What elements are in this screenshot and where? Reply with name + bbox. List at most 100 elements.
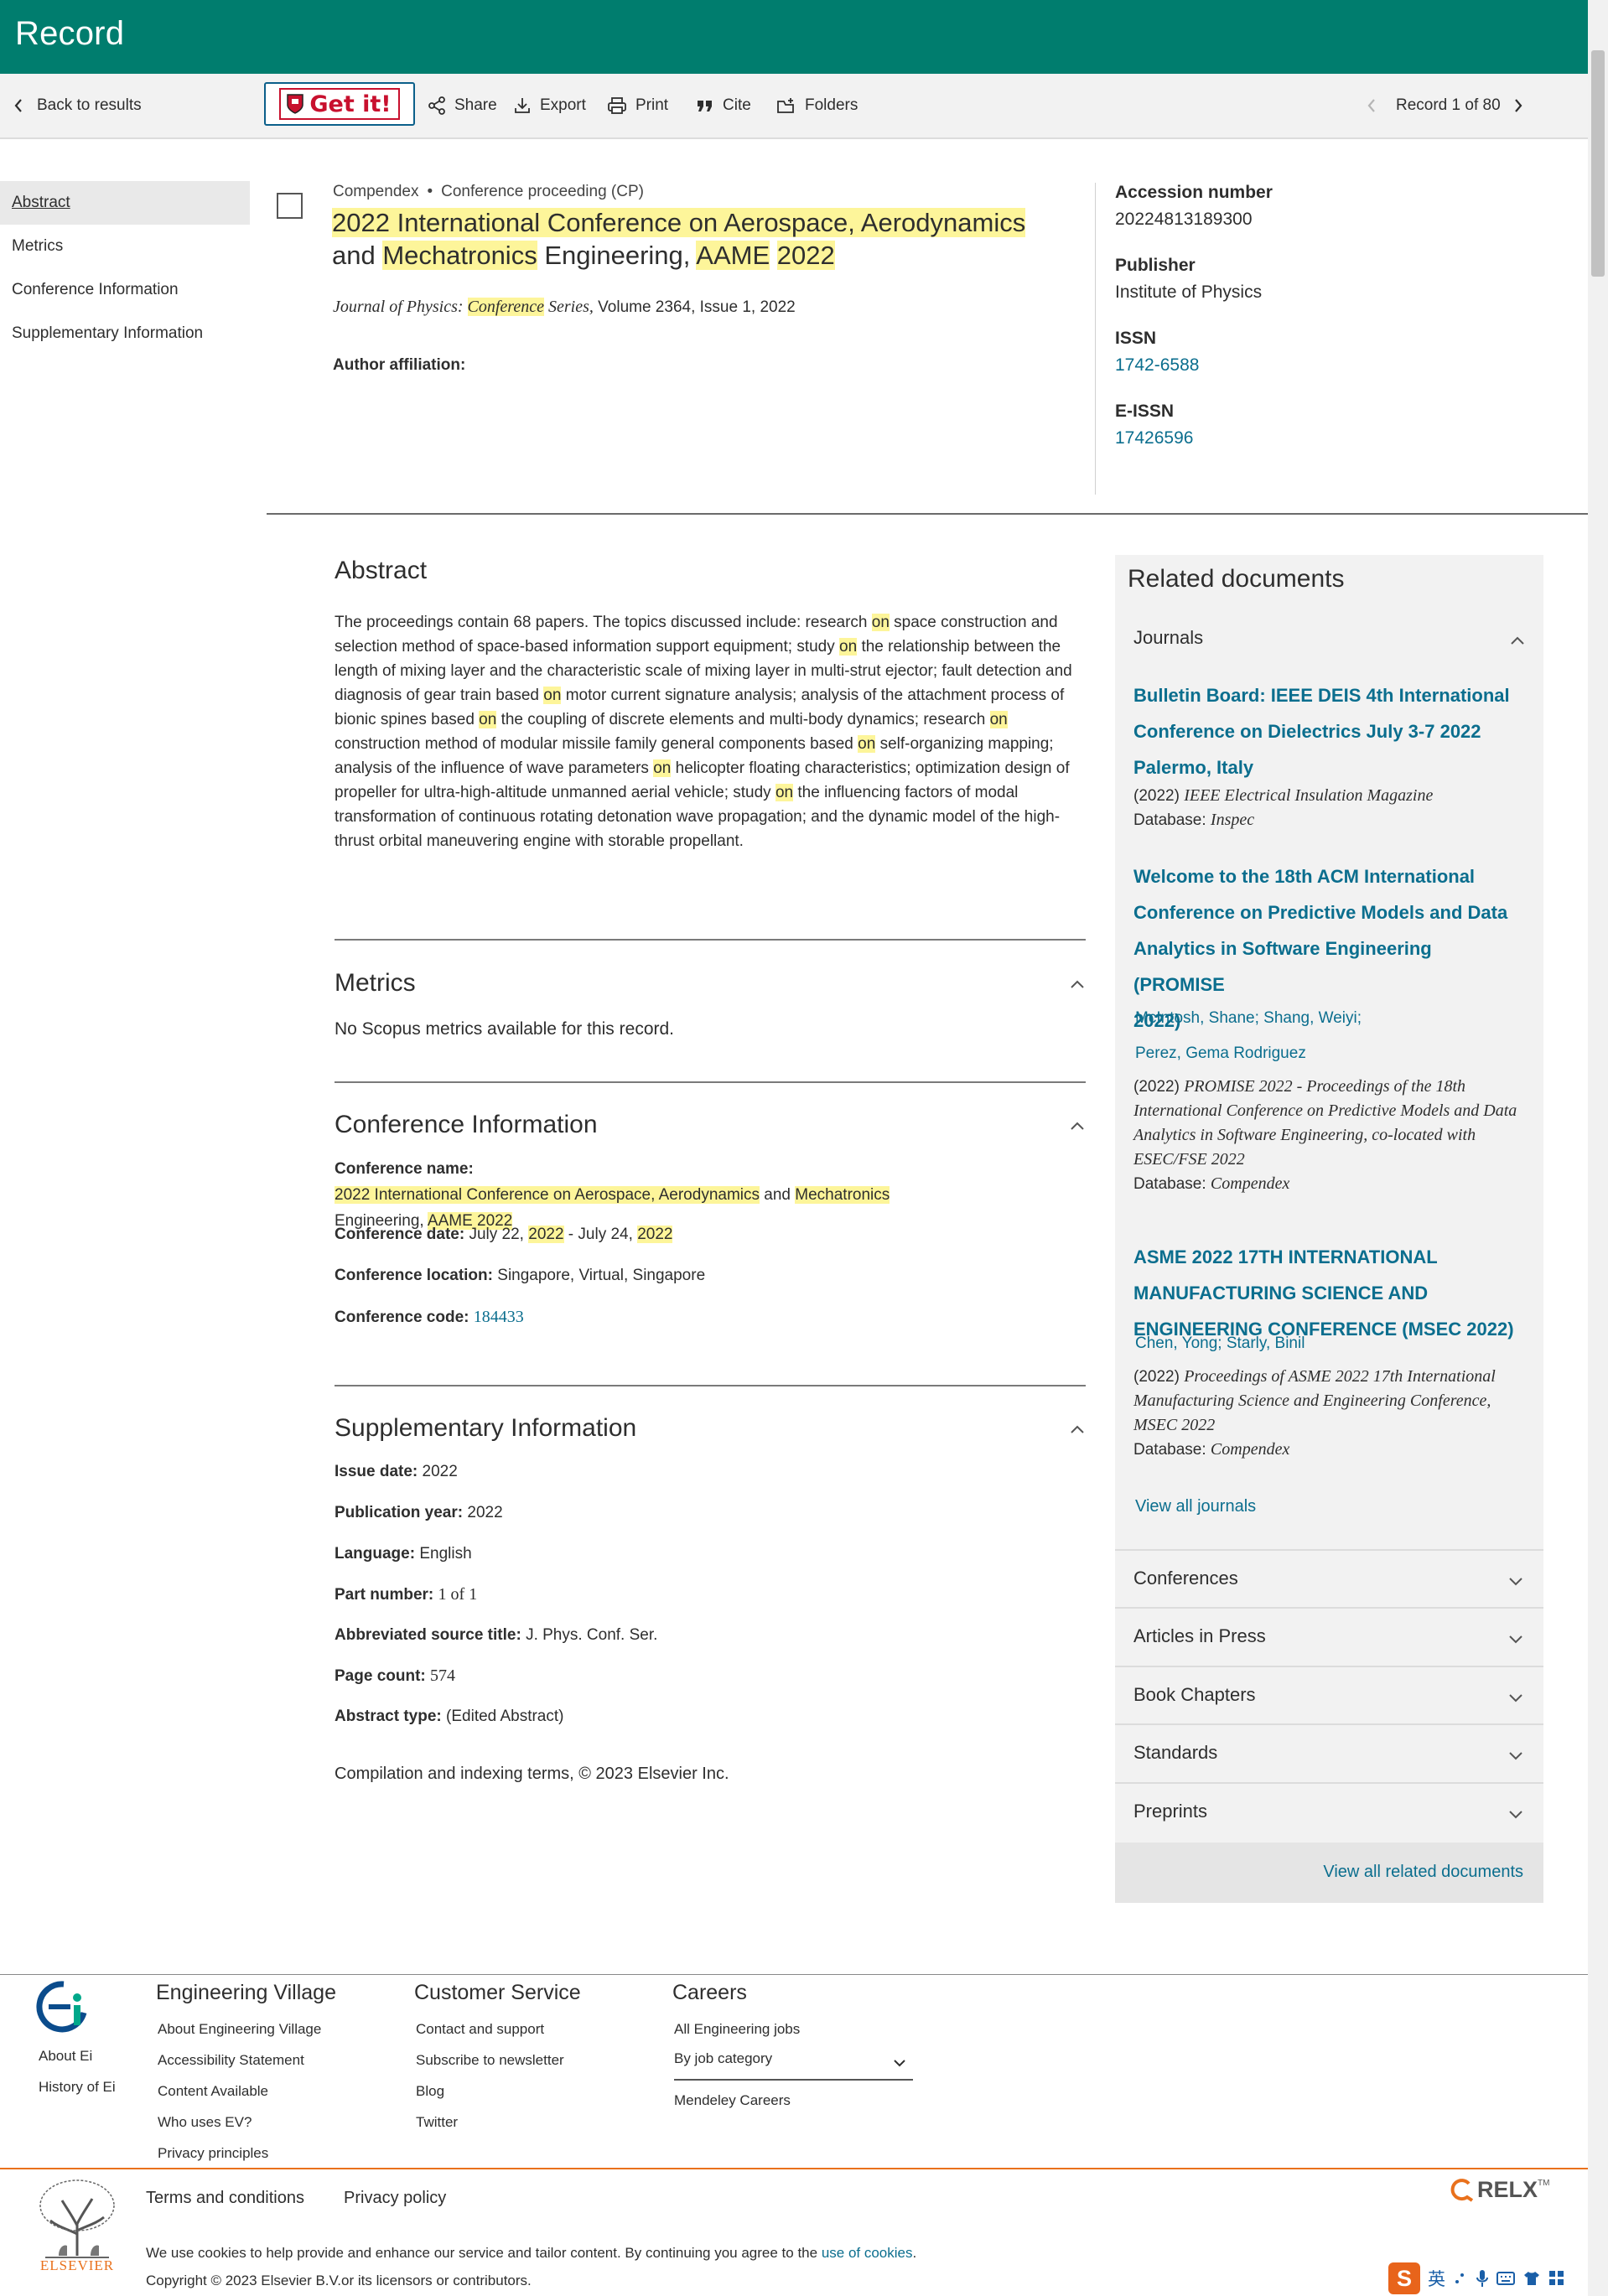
share-label: Share [454, 96, 497, 114]
related-doc-title[interactable]: Bulletin Board: IEEE DEIS 4th Internatio… [1133, 677, 1528, 785]
print-label: Print [635, 96, 669, 114]
footer-link[interactable]: Mendeley Careers [674, 2092, 791, 2109]
page-scrollbar[interactable] [1588, 0, 1608, 2296]
chevron-up-icon[interactable] [1509, 635, 1526, 645]
source-series: Series, [543, 298, 594, 316]
section-divider [335, 1385, 1086, 1386]
related-doc-title-line: Welcome to the 18th ACM International [1133, 866, 1476, 887]
indexing-copyright: Compilation and indexing terms, © 2023 E… [335, 1765, 729, 1783]
view-all-journals-link[interactable]: View all journals [1135, 1497, 1256, 1516]
supplementary-row: Language: English [335, 1545, 472, 1563]
issn-link[interactable]: 1742-6588 [1115, 355, 1534, 376]
footer-link[interactable]: Twitter [416, 2114, 458, 2131]
related-documents-panel: Related documents Journals Bulletin Boar… [1115, 555, 1543, 1903]
print-button[interactable]: Print [607, 92, 668, 119]
cite-button[interactable]: Cite [696, 92, 751, 119]
title-segment: Engineering, [537, 241, 697, 270]
chevron-up-icon[interactable] [1069, 1121, 1086, 1131]
nav-item-metrics[interactable]: Metrics [0, 225, 250, 268]
footer-link[interactable]: About Engineering Village [158, 2021, 321, 2038]
folders-button[interactable]: Folders [776, 92, 858, 119]
ime-language-indicator[interactable]: 英 [1428, 2266, 1445, 2291]
folders-label: Folders [805, 96, 858, 114]
document-type: Conference proceeding (CP) [441, 183, 644, 200]
vertical-divider [1095, 183, 1096, 495]
related-doc-authors[interactable]: Chen, Yong; Starly, Binil [1135, 1335, 1305, 1353]
nav-item-conference-information[interactable]: Conference Information [0, 268, 250, 312]
eissn-link[interactable]: 17426596 [1115, 428, 1534, 448]
record-meta: Compendex • Conference proceeding (CP) [333, 183, 644, 201]
footer-link[interactable]: Contact and support [416, 2021, 544, 2038]
accordion-articles-in-press[interactable]: Articles in Press [1115, 1607, 1543, 1664]
footer-link[interactable]: Who uses EV? [158, 2114, 252, 2131]
ei-logo-icon[interactable] [34, 1979, 89, 2034]
conference-date-segment: July 22, [469, 1226, 529, 1243]
chevron-up-icon[interactable] [1069, 979, 1086, 989]
ime-toolbar[interactable]: S 英 [1385, 2260, 1588, 2296]
keyboard-icon[interactable] [1496, 2271, 1515, 2286]
chevron-up-icon[interactable] [1069, 1424, 1086, 1434]
separator-dot: • [427, 183, 433, 200]
nav-item-abstract[interactable]: Abstract [0, 181, 250, 225]
job-category-select[interactable]: By job category [674, 2044, 913, 2081]
conference-name-row: Conference name: 2022 International Conf… [335, 1156, 1072, 1234]
privacy-link[interactable]: Privacy policy [344, 2189, 446, 2208]
footer-link[interactable]: Accessibility Statement [158, 2052, 304, 2069]
chevron-down-icon [1509, 1811, 1522, 1819]
footer-link[interactable]: Privacy principles [158, 2145, 268, 2162]
abstract-highlight: on [839, 638, 858, 656]
ime-logo-icon[interactable]: S [1388, 2262, 1420, 2294]
back-to-results-button[interactable]: Back to results [13, 92, 142, 119]
grid-menu-icon[interactable] [1548, 2270, 1565, 2287]
footer-link[interactable]: All Engineering jobs [674, 2021, 800, 2038]
accordion-book-chapters[interactable]: Book Chapters [1115, 1666, 1543, 1723]
footer-history-ei[interactable]: History of Ei [39, 2079, 116, 2096]
metrics-heading: Metrics [335, 969, 416, 997]
footer-link[interactable]: Content Available [158, 2083, 268, 2100]
previous-record-button[interactable] [1367, 92, 1385, 119]
next-record-button[interactable] [1513, 92, 1532, 119]
related-doc-source-title: MSEC 2022 [1133, 1416, 1216, 1434]
record-select-checkbox[interactable] [277, 193, 303, 219]
footer-link[interactable]: Subscribe to newsletter [416, 2052, 564, 2069]
journals-accordion-header[interactable]: Journals [1133, 627, 1203, 649]
abstract-highlight: on [543, 687, 562, 704]
relx-logo[interactable]: RELX TM [1449, 2177, 1549, 2203]
supplementary-label: Page count: [335, 1667, 426, 1685]
related-doc-source: (2022) PROMISE 2022 - Proceedings of the… [1133, 1075, 1528, 1196]
accordion-preprints[interactable]: Preprints [1115, 1782, 1543, 1839]
footer-about-ei[interactable]: About Ei [39, 2048, 92, 2065]
source-journal: Journal of Physics: [333, 298, 468, 316]
scrollbar-thumb[interactable] [1591, 50, 1605, 277]
related-doc-title[interactable]: ASME 2022 17TH INTERNATIONAL MANUFACTURI… [1133, 1239, 1528, 1347]
footer-link[interactable]: Blog [416, 2083, 444, 2100]
nav-item-supplementary-information[interactable]: Supplementary Information [0, 312, 250, 355]
microphone-icon[interactable] [1476, 2269, 1489, 2288]
conference-name-segment: and [760, 1186, 796, 1204]
view-all-related-link[interactable]: View all related documents [1323, 1863, 1523, 1882]
conference-code-link[interactable]: 184433 [474, 1308, 524, 1326]
elsevier-tree-logo[interactable] [34, 2175, 121, 2267]
cookie-policy-link[interactable]: use of cookies [822, 2245, 913, 2261]
abstract-highlight: on [858, 735, 876, 753]
related-doc-authors[interactable]: Perez, Gema Rodriguez [1135, 1044, 1306, 1063]
terms-link[interactable]: Terms and conditions [146, 2189, 304, 2208]
get-it-button[interactable]: Get it! [264, 82, 415, 126]
export-button[interactable]: Export [513, 92, 586, 119]
related-doc-year: (2022) [1133, 1078, 1185, 1096]
elsevier-wordmark: ELSEVIER [39, 2257, 115, 2273]
metrics-text: No Scopus metrics available for this rec… [335, 1019, 674, 1039]
abstract-segment: The proceedings contain 68 papers. The t… [335, 614, 872, 631]
record-title: 2022 International Conference on Aerospa… [332, 206, 1070, 272]
related-doc-authors[interactable]: McIntosh, Shane; Shang, Weiyi; [1135, 1009, 1362, 1028]
share-button[interactable]: Share [428, 92, 497, 119]
accordion-conferences[interactable]: Conferences [1115, 1549, 1543, 1606]
accordion-standards[interactable]: Standards [1115, 1723, 1543, 1780]
author-affiliation-label: Author affiliation: [333, 356, 466, 374]
shirt-icon[interactable] [1522, 2270, 1541, 2287]
conference-heading: Conference Information [335, 1111, 598, 1138]
supplementary-label: Issue date: [335, 1463, 418, 1480]
chevron-right-icon [1515, 99, 1522, 112]
punctuation-icon[interactable] [1453, 2271, 1468, 2286]
title-segment [770, 241, 777, 270]
